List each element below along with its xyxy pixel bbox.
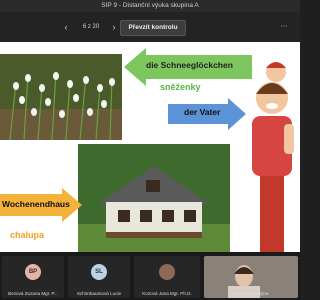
next-slide-icon[interactable]: › <box>108 21 120 33</box>
avatar <box>159 264 175 280</box>
page-counter: 6 z 20 <box>82 24 100 30</box>
avatar: BP <box>25 264 41 280</box>
cottage-czech-label: chalupa <box>10 230 45 240</box>
participant-name: Tučková Kristýna <box>233 291 269 296</box>
participant-tile[interactable]: SL Schönbaumová Lucie <box>68 256 130 298</box>
more-options-icon[interactable]: ⋯ <box>278 21 290 33</box>
window-title: SIP 9 - Distanční výuka skupina A <box>0 0 300 12</box>
slide-canvas: die Schneeglöckchen sněženky der Vater W… <box>0 42 300 252</box>
participant-tile[interactable]: Kozová Jana Mgr. Ph.D. <box>134 256 200 298</box>
presentation-toolbar: ‹ 6 z 20 › Převzít kontrolu ⋯ <box>0 12 300 42</box>
participant-strip: BP Bezová Zuzana Mgr. P... SL Schönbaumo… <box>0 252 300 300</box>
participant-name: Kozová Jana Mgr. Ph.D. <box>142 291 192 296</box>
participant-video-tile[interactable]: Tučková Kristýna <box>204 256 298 298</box>
snowdrops-photo <box>0 54 122 140</box>
participant-name: Bezová Zuzana Mgr. P... <box>8 291 58 296</box>
cottage-photo <box>78 144 230 252</box>
take-control-button[interactable]: Převzít kontrolu <box>120 20 186 36</box>
avatar: SL <box>91 264 107 280</box>
prev-slide-icon[interactable]: ‹ <box>60 21 72 33</box>
snowdrop-czech-label: sněženky <box>160 82 201 92</box>
participant-tile[interactable]: BP Bezová Zuzana Mgr. P... <box>2 256 64 298</box>
father-child-cartoon <box>252 62 294 252</box>
snowdrop-german-label: die Schneeglöckchen <box>146 60 233 70</box>
participant-name: Schönbaumová Lucie <box>76 291 122 296</box>
cottage-german-label: Wochenendhaus <box>2 199 70 209</box>
father-german-label: der Vater <box>184 107 221 117</box>
